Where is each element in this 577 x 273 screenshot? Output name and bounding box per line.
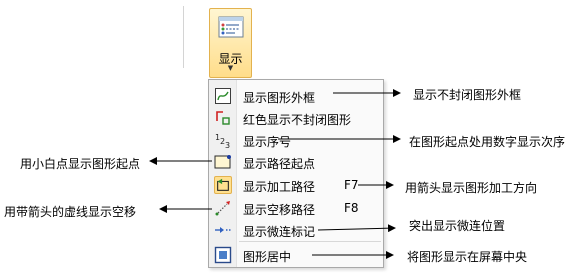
arrow-micro-joint xyxy=(317,224,396,233)
callout-arrows xyxy=(149,89,401,259)
